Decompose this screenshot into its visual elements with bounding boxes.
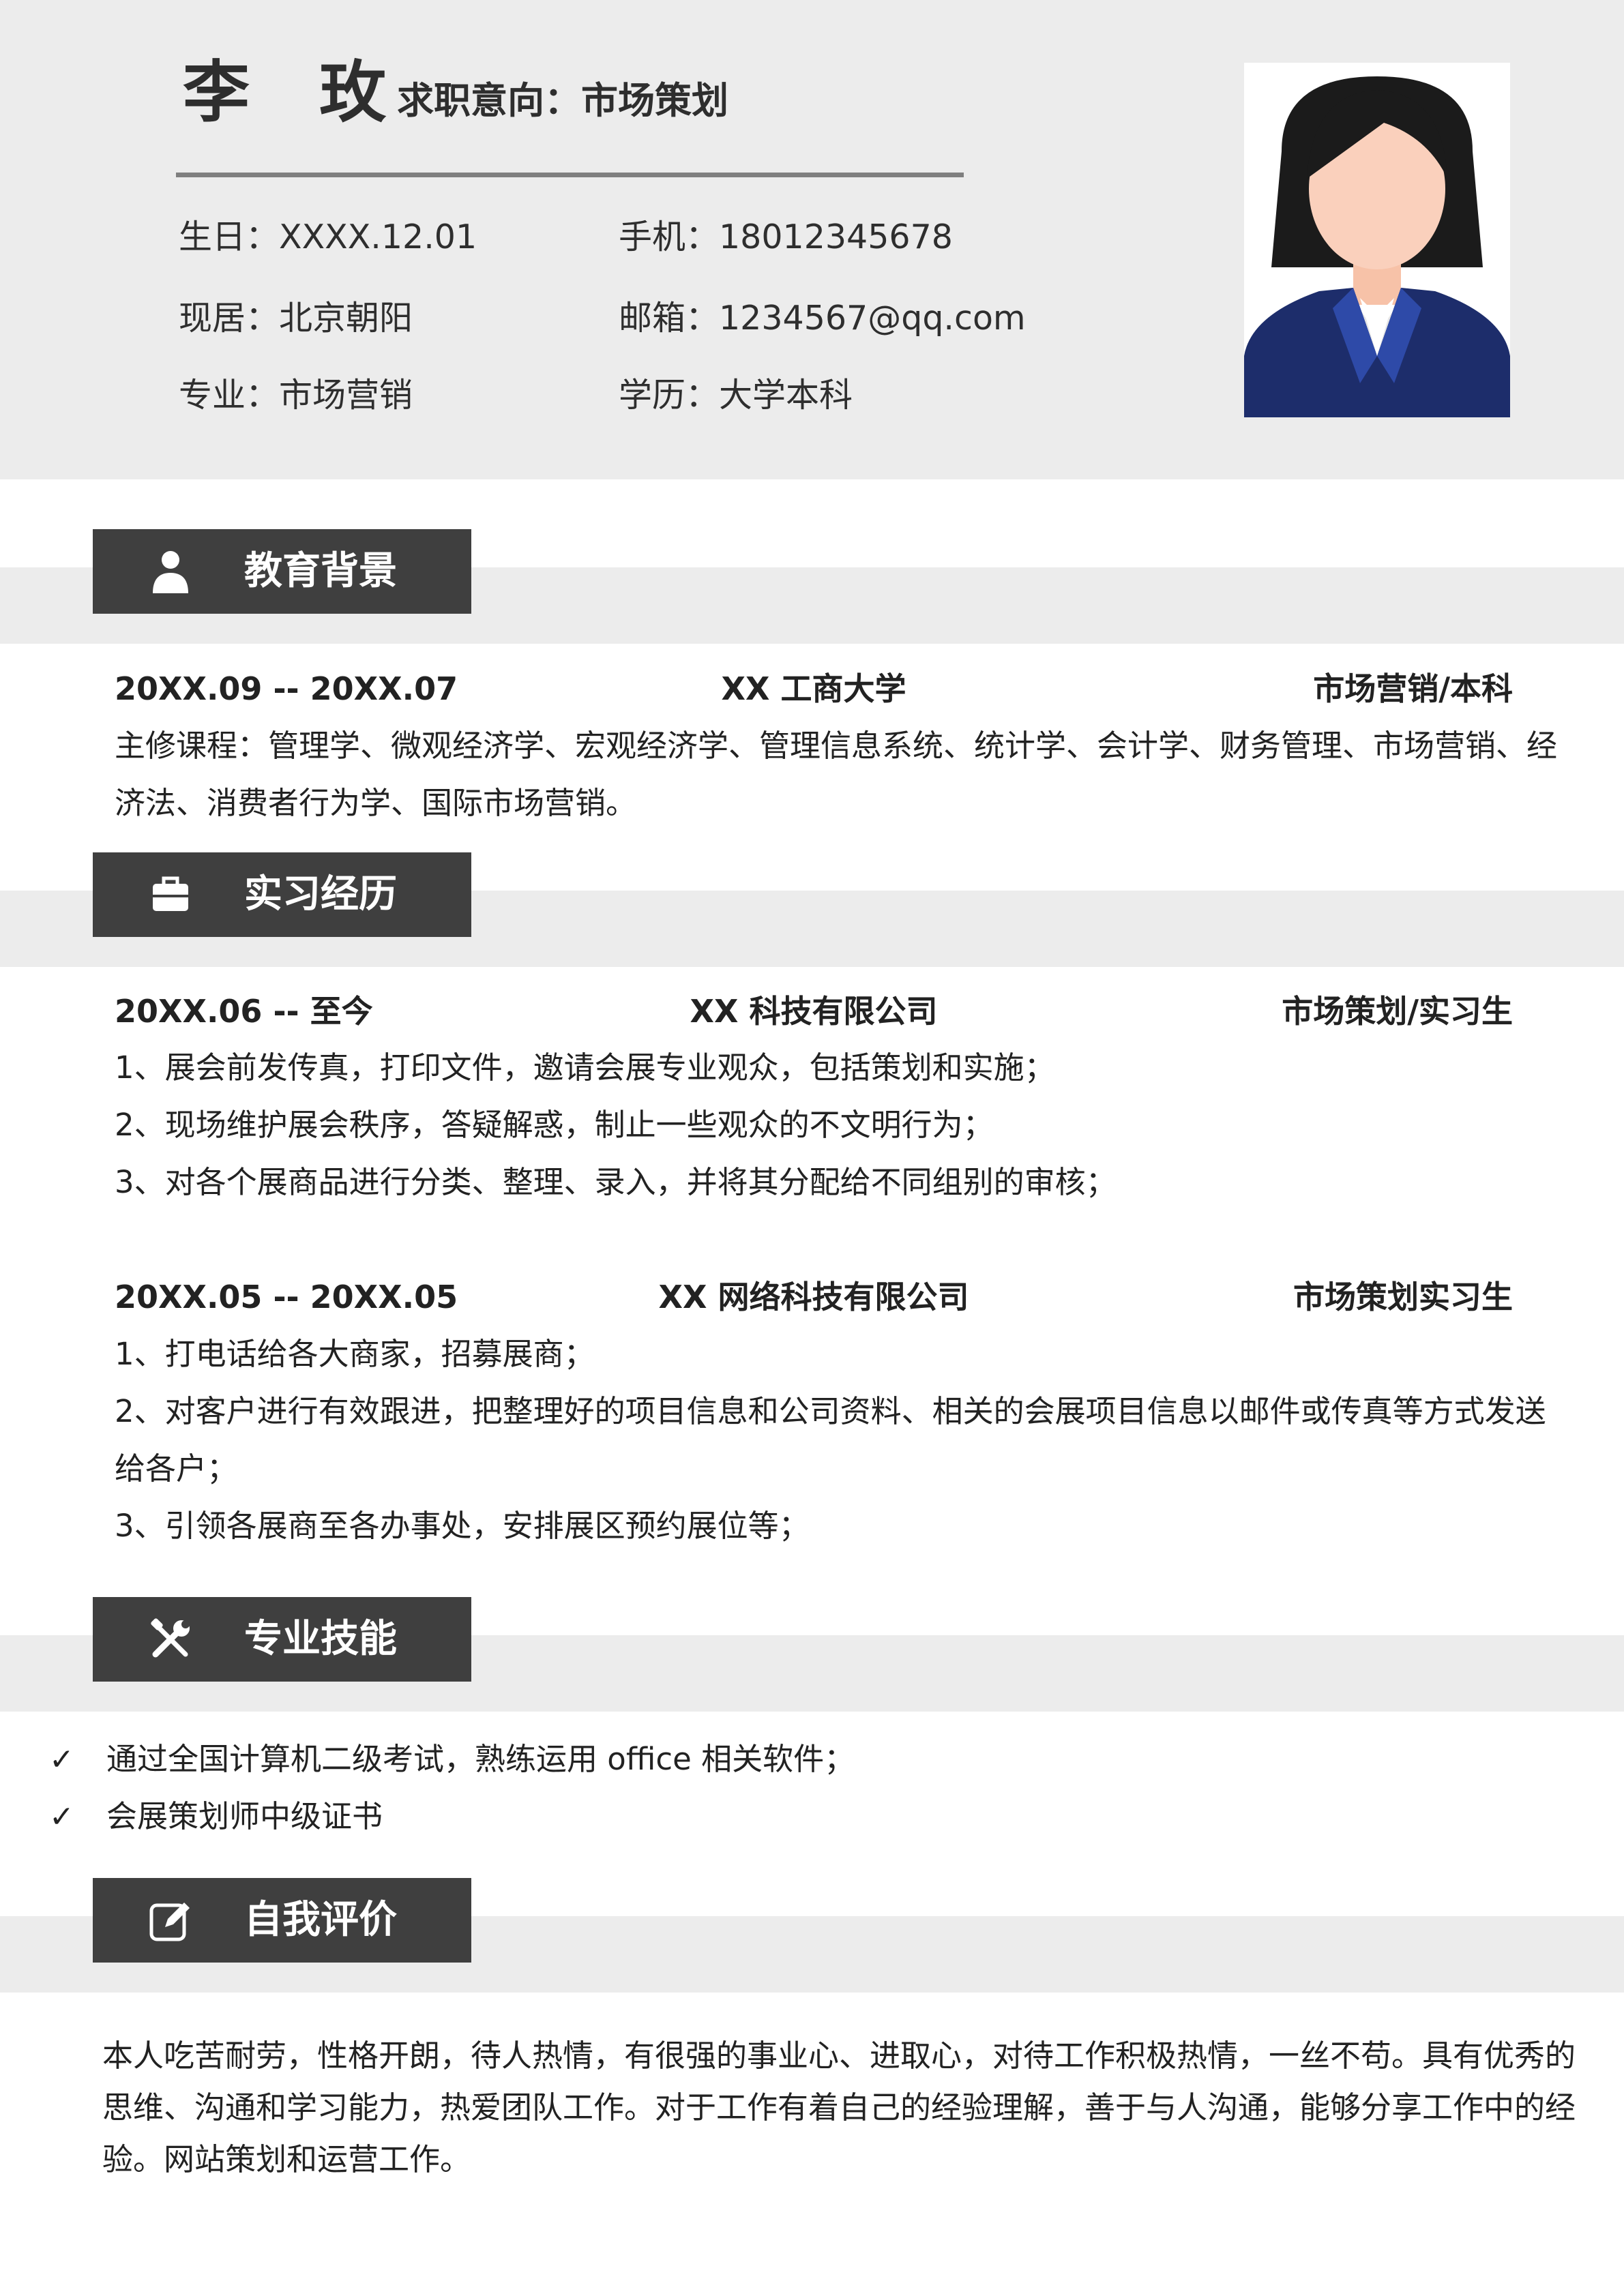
phone-field: 手机：18012345678: [619, 218, 953, 256]
briefcase-icon: [147, 871, 194, 918]
email-field: 邮箱：1234567@qq.com: [619, 299, 1026, 338]
section-title: 教育背景: [244, 549, 397, 593]
education-entry-header: 20XX.09 -- 20XX.07 XX 工商大学 市场营销/本科: [115, 665, 1513, 713]
location-field: 现居：北京朝阳: [179, 299, 413, 338]
self-evaluation-line: 本人吃苦耐劳，性格开朗，待人热情，有很强的事业心、进取心，对待工作积极热情，一丝…: [102, 2038, 1576, 2074]
internship-duty: 2、现场维护展会秩序，答疑解惑，制止一些观众的不文明行为；: [115, 1107, 994, 1143]
check-icon: ✓: [49, 1800, 74, 1834]
avatar-illustration: [1244, 63, 1510, 417]
edit-icon: [147, 1897, 194, 1943]
internship-duty: 2、对客户进行有效跟进，把整理好的项目信息和公司资料、相关的会展项目信息以邮件或…: [115, 1393, 1546, 1429]
person-icon: [147, 548, 194, 595]
section-header-skills: 专业技能: [93, 1597, 471, 1682]
internship-duty: 1、打电话给各大商家，招募展商；: [115, 1336, 595, 1372]
internship-duty: 3、对各个展商品进行分类、整理、录入，并将其分配给不同组别的审核；: [115, 1164, 1117, 1200]
skill-item: ✓ 通过全国计算机二级考试，熟练运用 office 相关软件；: [49, 1731, 855, 1789]
section-title: 专业技能: [244, 1617, 397, 1661]
candidate-name: 李 玫: [183, 54, 410, 132]
internship-entry-header: 20XX.05 -- 20XX.05 XX 网络科技有限公司 市场策划实习生: [115, 1273, 1513, 1321]
job-intent: 求职意向：市场策划: [397, 79, 728, 122]
self-evaluation-line: 验。网站策划和运营工作。: [102, 2141, 471, 2177]
skill-text: 通过全国计算机二级考试，熟练运用 office 相关软件；: [106, 1741, 855, 1777]
header-divider: [176, 173, 964, 177]
internship-entry-header: 20XX.06 -- 至今 XX 科技有限公司 市场策划/实习生: [115, 987, 1513, 1035]
education-school: XX 工商大学: [721, 670, 906, 707]
tools-icon: [147, 1616, 194, 1663]
education-degree: 市场营销/本科: [1313, 670, 1513, 707]
section-header-internship: 实习经历: [93, 852, 471, 937]
birthday-field: 生日：XXXX.12.01: [179, 218, 477, 256]
internship-duty: 1、展会前发传真，打印文件，邀请会展专业观众，包括策划和实施；: [115, 1049, 1055, 1086]
internship-duty: 3、引领各展商至各办事处，安排展区预约展位等；: [115, 1508, 810, 1544]
skill-item: ✓ 会展策划师中级证书: [49, 1788, 383, 1846]
internship-role: 市场策划实习生: [1293, 1279, 1513, 1315]
education-courses-line: 主修课程：管理学、微观经济学、宏观经济学、管理信息系统、统计学、会计学、财务管理…: [115, 728, 1558, 764]
section-header-self: 自我评价: [93, 1878, 471, 1963]
internship-role: 市场策划/实习生: [1282, 993, 1513, 1030]
check-icon: ✓: [49, 1742, 74, 1777]
major-field: 专业：市场营销: [179, 376, 413, 415]
self-evaluation-line: 思维、沟通和学习能力，热爱团队工作。对于工作有着自己的经验理解，善于与人沟通，能…: [102, 2089, 1576, 2126]
skill-text: 会展策划师中级证书: [106, 1798, 383, 1834]
section-title: 自我评价: [244, 1898, 397, 1942]
section-title: 实习经历: [244, 872, 397, 916]
education-courses-line: 济法、消费者行为学、国际市场营销。: [115, 785, 637, 821]
education-level-field: 学历：大学本科: [619, 376, 853, 415]
resume-header: 李 玫 求职意向：市场策划 生日：XXXX.12.01 手机：180123456…: [0, 0, 1624, 479]
section-header-education: 教育背景: [93, 529, 471, 614]
profile-photo: [1244, 63, 1510, 417]
internship-duty: 给各户；: [115, 1450, 238, 1487]
